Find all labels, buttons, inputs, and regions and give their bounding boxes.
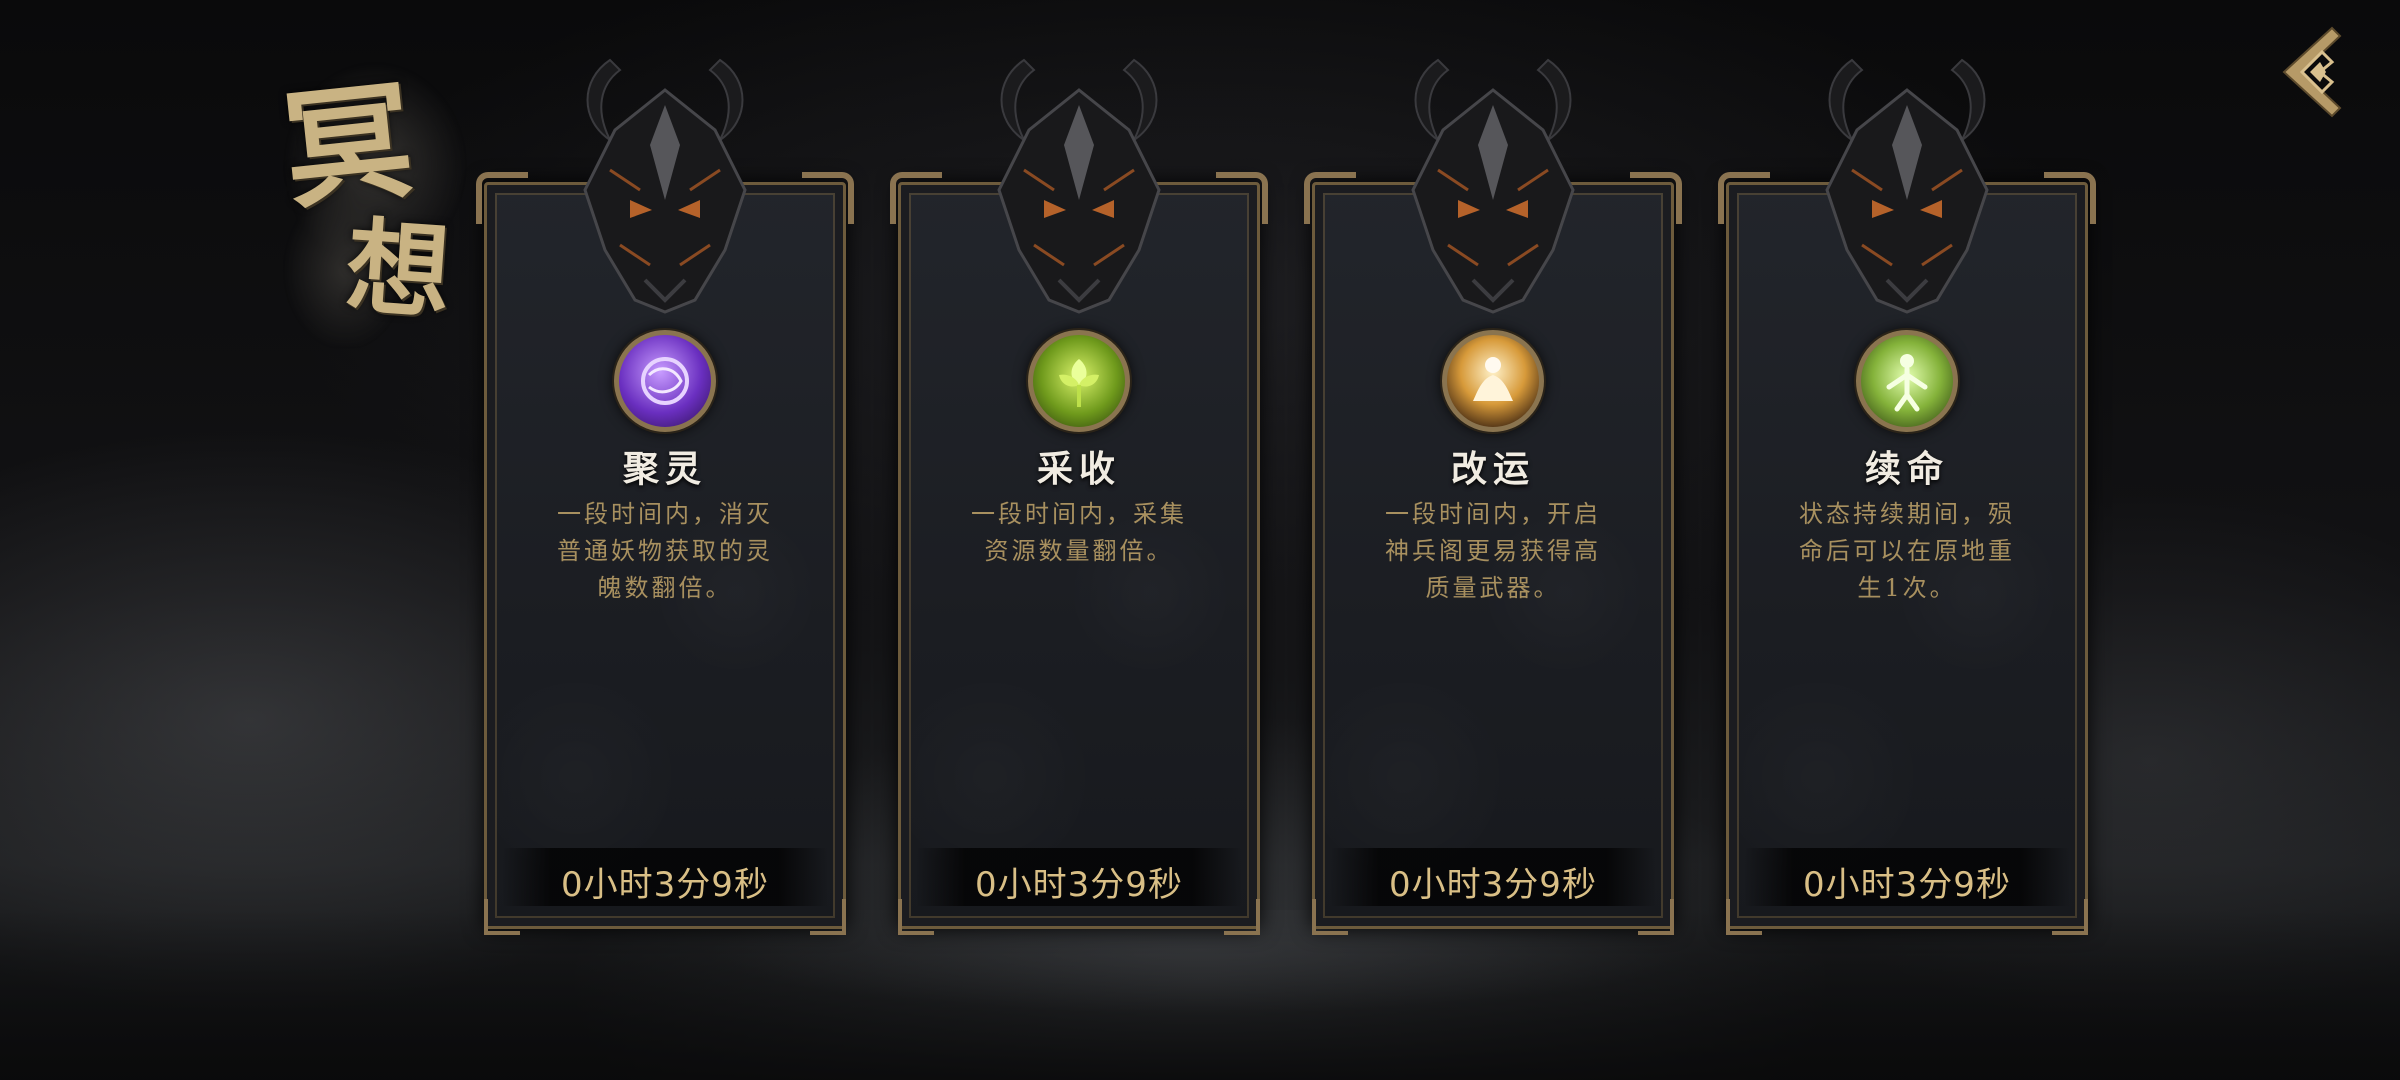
dragon-head-icon (1411, 58, 1575, 314)
spirit-orb-icon (614, 330, 716, 432)
description-line: 神兵阁更易获得高 (1385, 537, 1601, 565)
frame-corner (476, 172, 528, 224)
herb-flower-glyph (1059, 359, 1099, 407)
back-button[interactable] (2270, 22, 2350, 122)
skill-description: 一段时间内，采集 资源数量翻倍。 (944, 496, 1214, 570)
revive-figure-icon (1856, 330, 1958, 432)
skill-name: 续命 (1864, 448, 1949, 490)
page-title-char-2: 想 (342, 204, 455, 335)
description-line: 一段时间内，采集 (971, 500, 1187, 528)
skill-card-juling[interactable]: 聚灵 一段时间内，消灭 普通妖物获取的灵 魄数翻倍。 0小时3分9秒 (476, 58, 854, 935)
description-line: 一段时间内，开启 (1385, 500, 1601, 528)
skill-description: 状态持续期间，殒 命后可以在原地重 生1次。 (1772, 496, 2042, 607)
dragon-head-icon (583, 58, 747, 314)
description-line: 一段时间内，消灭 (557, 500, 773, 528)
timer-bar: 0小时3分9秒 (1330, 848, 1656, 906)
frame-corner (2044, 172, 2096, 224)
timer-text: 0小时3分9秒 (1803, 865, 2011, 905)
revive-figure-glyph (1886, 354, 1928, 412)
meditation-screen: 冥 想 聚灵 一段时间内，消灭 普通妖物获取的灵 魄数翻倍。 0小时3分9秒 采… (0, 0, 2400, 1080)
misty-floor (0, 910, 2400, 1080)
timer-text: 0小时3分9秒 (1389, 865, 1597, 905)
description-line: 状态持续期间，殒 (1799, 500, 2015, 528)
herb-flower-icon (1028, 330, 1130, 432)
frame-corner (802, 172, 854, 224)
spirit-orb-glyph (641, 357, 689, 405)
back-arrow-icon (2282, 26, 2342, 118)
dragon-head-icon (997, 58, 1161, 314)
dragon-head-icon (1825, 58, 1989, 314)
timer-bar: 0小时3分9秒 (502, 848, 828, 906)
timer-bar: 0小时3分9秒 (916, 848, 1242, 906)
description-line: 魄数翻倍。 (597, 574, 733, 602)
description-line: 生1次。 (1857, 574, 1957, 602)
frame-corner (1304, 172, 1356, 224)
skill-card-xuming[interactable]: 续命 状态持续期间，殒 命后可以在原地重 生1次。 0小时3分9秒 (1718, 58, 2096, 935)
description-line: 质量武器。 (1425, 574, 1561, 602)
skill-card-caishou[interactable]: 采收 一段时间内，采集 资源数量翻倍。 0小时3分9秒 (890, 58, 1268, 935)
page-title: 冥 想 (255, 25, 470, 345)
description-line: 资源数量翻倍。 (984, 537, 1174, 565)
description-line: 命后可以在原地重 (1799, 537, 2015, 565)
frame-corner (1718, 172, 1770, 224)
frame-corner (1216, 172, 1268, 224)
skill-description: 一段时间内，开启 神兵阁更易获得高 质量武器。 (1358, 496, 1628, 607)
skill-description: 一段时间内，消灭 普通妖物获取的灵 魄数翻倍。 (530, 496, 800, 607)
skill-card-gaiyun[interactable]: 改运 一段时间内，开启 神兵阁更易获得高 质量武器。 0小时3分9秒 (1304, 58, 1682, 935)
skill-name: 聚灵 (622, 448, 707, 490)
timer-text: 0小时3分9秒 (975, 865, 1183, 905)
frame-corner (890, 172, 942, 224)
frame-corner (1630, 172, 1682, 224)
skill-name: 采收 (1036, 448, 1121, 490)
skill-name: 改运 (1450, 448, 1535, 490)
meditating-figure-glyph (1473, 357, 1513, 401)
timer-text: 0小时3分9秒 (561, 865, 769, 905)
description-line: 普通妖物获取的灵 (557, 537, 773, 565)
meditating-figure-icon (1442, 330, 1544, 432)
timer-bar: 0小时3分9秒 (1744, 848, 2070, 906)
